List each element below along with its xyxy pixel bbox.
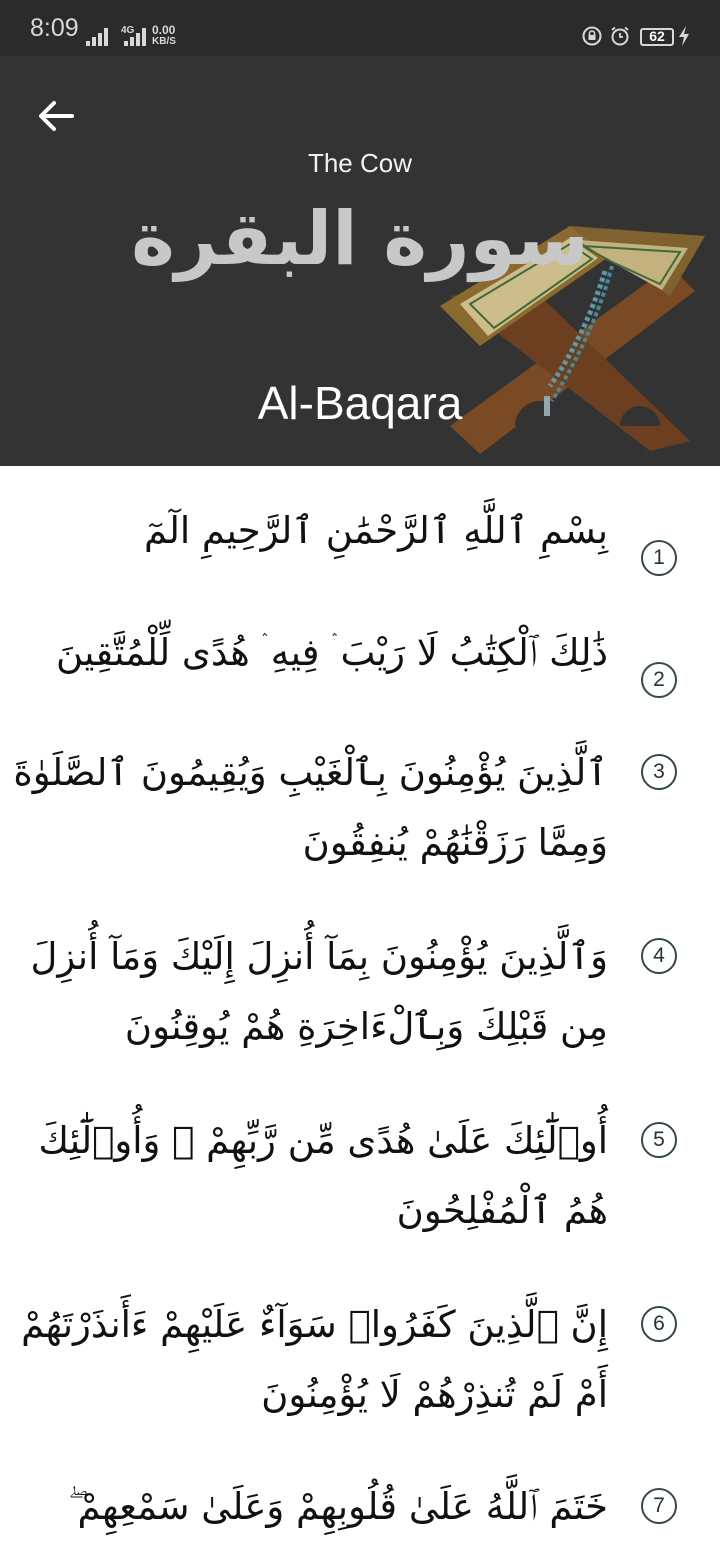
verse-text: بِسْمِ ٱللَّهِ ٱلرَّحْمَٰنِ ٱلرَّحِيمِ ا… xyxy=(143,509,608,552)
network-speed-unit: KB/S xyxy=(152,36,176,47)
status-bar: 8:09 4G 0.00 KB/S 62 xyxy=(0,0,720,56)
verse-text: وَٱلَّذِينَ يُؤْمِنُونَ بِمَآ أُنزِلَ إِ… xyxy=(30,935,608,1048)
verse-number-badge: 4 xyxy=(641,938,677,974)
network-speed-value: 0.00 xyxy=(152,23,176,37)
signal-bars-icon xyxy=(124,26,148,46)
charging-bolt-icon xyxy=(679,26,689,46)
surah-header: The Cow سورة البقرة Al-Baqara xyxy=(0,56,720,466)
rotation-lock-icon xyxy=(582,26,602,46)
verse-text: ٱلَّذِينَ يُؤْمِنُونَ بِٱلْغَيْبِ وَيُقِ… xyxy=(13,751,608,864)
verse-number-badge: 2 xyxy=(641,662,677,698)
signal-bars-icon xyxy=(86,26,110,46)
battery-level: 62 xyxy=(649,28,665,44)
verse-number-badge: 7 xyxy=(641,1488,677,1524)
battery-icon: 62 xyxy=(640,28,674,46)
verse-list[interactable]: 1 بِسْمِ ٱللَّهِ ٱلرَّحْمَٰنِ ٱلرَّحِيمِ… xyxy=(0,466,720,1528)
verse-text: إِنَّ ٱلَّذِينَ كَفَرُوا۟ سَوَآءٌ عَلَيْ… xyxy=(21,1303,608,1416)
status-time: 8:09 xyxy=(30,14,79,42)
verse-text: أُو۟لَٰٓئِكَ عَلَىٰ هُدًى مِّن رَّبِّهِم… xyxy=(38,1119,608,1232)
back-arrow-icon[interactable] xyxy=(32,92,80,140)
verse-text: ذَٰلِكَ ٱلْكِتَٰبُ لَا رَيْبَ ۛ فِيهِ ۛ … xyxy=(56,631,608,674)
surah-arabic-name: سورة البقرة xyxy=(131,196,589,282)
verse-number-badge: 5 xyxy=(641,1122,677,1158)
alarm-clock-icon xyxy=(611,26,629,46)
surah-transliterated-name: Al-Baqara xyxy=(257,377,463,429)
network-speed: 0.00 KB/S xyxy=(152,24,176,48)
verse-number-badge: 3 xyxy=(641,754,677,790)
verse-text: خَتَمَ ٱللَّهُ عَلَىٰ قُلُوبِهِمْ وَعَلَ… xyxy=(68,1485,608,1528)
verse-number-badge: 6 xyxy=(641,1306,677,1342)
verse-number-badge: 1 xyxy=(641,540,677,576)
surah-english-meaning: The Cow xyxy=(307,148,413,178)
